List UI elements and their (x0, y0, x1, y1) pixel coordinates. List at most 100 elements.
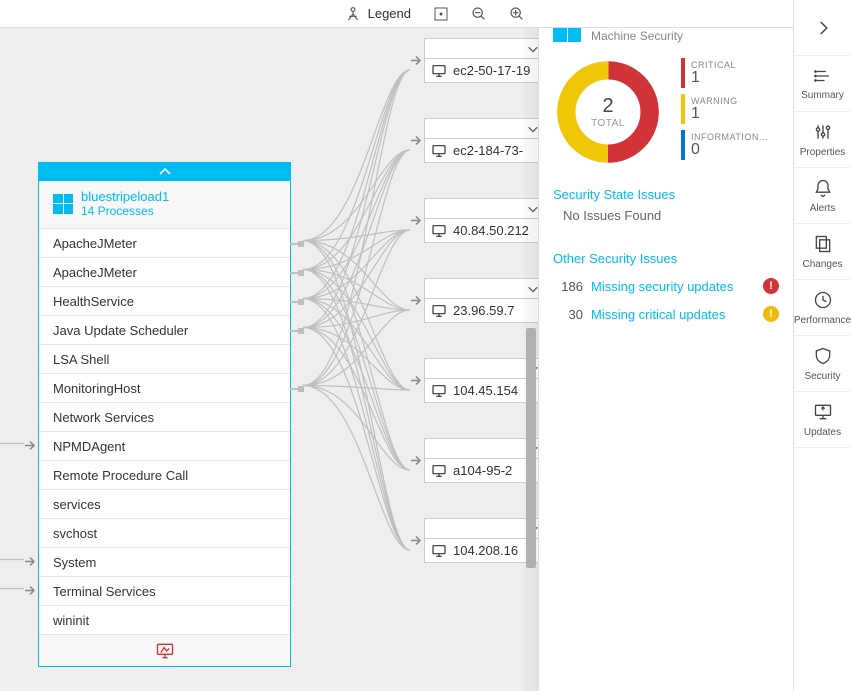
process-item[interactable]: LSA Shell (39, 344, 290, 373)
sidebar-tab-security[interactable]: Security (794, 336, 851, 392)
machine-footer (39, 634, 290, 666)
sidebar-tab-icon (813, 234, 833, 257)
inbound-arrow-icon (411, 213, 423, 228)
sidebar-tab-icon (813, 402, 833, 425)
other-issues-title: Other Security Issues (553, 251, 779, 266)
chevron-right-icon (814, 19, 832, 37)
dependency-map-canvas[interactable]: Legend bluestripeload1 14 Processes Apac… (0, 0, 851, 691)
chevron-up-icon (158, 167, 172, 177)
monitor-icon (431, 384, 447, 398)
remote-node-label: ec2-184-73- (453, 143, 523, 158)
remote-node-label: 104.45.154 (453, 383, 518, 398)
monitor-icon (431, 464, 447, 478)
remote-node-label: 40.84.50.212 (453, 223, 529, 238)
fit-to-screen-button[interactable] (427, 0, 455, 28)
process-item[interactable]: ApacheJMeter (39, 257, 290, 286)
monitor-icon (431, 64, 447, 78)
outbound-connector (290, 272, 302, 274)
legend-label: Legend (368, 6, 411, 21)
inbound-arrow-icon (411, 53, 423, 68)
outbound-connector (290, 301, 302, 303)
monitor-icon (431, 144, 447, 158)
process-list: ApacheJMeterApacheJMeterHealthServiceJav… (39, 228, 290, 634)
security-issue-row[interactable]: 30 Missing critical updates! (553, 300, 779, 328)
fit-icon (433, 6, 449, 22)
severity-critical: CRITICAL1 (681, 58, 779, 88)
monitor-icon (431, 304, 447, 318)
outbound-connector (290, 330, 302, 332)
collapse-button[interactable] (39, 163, 290, 181)
machine-header: bluestripeload1 14 Processes (39, 181, 290, 228)
process-item[interactable]: Terminal Services (39, 576, 290, 605)
sidebar-tab-label: Properties (800, 147, 846, 158)
legend-button[interactable]: Legend (338, 5, 417, 23)
issue-text: Missing critical updates (591, 307, 755, 322)
severity-badge: ! (763, 306, 779, 322)
issue-text: Missing security updates (591, 279, 755, 294)
canvas-scrollbar[interactable] (524, 28, 538, 691)
sidebar-tab-label: Alerts (810, 203, 836, 214)
process-item[interactable]: Remote Procedure Call (39, 460, 290, 489)
expand-panel-button[interactable] (794, 0, 851, 56)
sidebar-tab-icon (813, 122, 833, 145)
zoom-in-button[interactable] (503, 0, 531, 28)
sidebar-tab-updates[interactable]: Updates (794, 392, 851, 448)
sidebar-tab-icon (813, 290, 833, 313)
sidebar-tab-label: Updates (804, 427, 841, 438)
issue-count: 186 (553, 279, 583, 294)
map-toolbar: Legend (0, 0, 851, 28)
issue-count: 30 (553, 307, 583, 322)
sidebar-tab-summary[interactable]: Summary (794, 56, 851, 112)
inbound-arrow-icon (411, 373, 423, 388)
monitor-icon (431, 224, 447, 238)
severity-information: INFORMATION...0 (681, 130, 779, 160)
monitor-icon (431, 544, 447, 558)
process-item[interactable]: wininit (39, 605, 290, 634)
zoom-out-button[interactable] (465, 0, 493, 28)
severity-badge: ! (763, 278, 779, 294)
zoom-in-icon (509, 6, 525, 22)
inbound-arrow-icon (411, 453, 423, 468)
remote-node-label: ec2-50-17-19 (453, 63, 530, 78)
inbound-arrow-icon (25, 432, 37, 461)
process-item[interactable]: NPMDAgent (39, 431, 290, 460)
outbound-connector (290, 243, 302, 245)
sidebar-tab-label: Performance (794, 315, 851, 326)
sidebar-tab-icon (813, 346, 833, 369)
donut-total-label: TOTAL (591, 118, 625, 129)
process-item[interactable]: MonitoringHost (39, 373, 290, 402)
sidebar-tab-icon (813, 67, 833, 88)
machine-name: bluestripeload1 (81, 189, 169, 204)
process-item[interactable]: Network Services (39, 402, 290, 431)
sidebar-tab-label: Summary (801, 90, 844, 101)
sidebar-tab-changes[interactable]: Changes (794, 224, 851, 280)
sidebar-tab-icon (813, 178, 833, 201)
process-item[interactable]: services (39, 489, 290, 518)
severity-warning: WARNING1 (681, 94, 779, 124)
zoom-out-icon (471, 6, 487, 22)
remote-node-label: 104.208.16 (453, 543, 518, 558)
inbound-arrow-icon (25, 548, 37, 577)
process-item[interactable]: HealthService (39, 286, 290, 315)
sidebar-tab-alerts[interactable]: Alerts (794, 168, 851, 224)
machine-node[interactable]: bluestripeload1 14 Processes ApacheJMete… (38, 162, 291, 667)
process-item[interactable]: svchost (39, 518, 290, 547)
inbound-arrow-icon (411, 533, 423, 548)
legend-icon (344, 5, 362, 23)
scrollbar-thumb[interactable] (526, 328, 536, 568)
sidebar-tab-label: Changes (802, 259, 842, 270)
sidebar-tab-performance[interactable]: Performance (794, 280, 851, 336)
process-item[interactable]: ApacheJMeter (39, 228, 290, 257)
remote-node-label: a104-95-2 (453, 463, 512, 478)
security-issue-row[interactable]: 186 Missing security updates! (553, 272, 779, 300)
sidebar-tab-properties[interactable]: Properties (794, 112, 851, 168)
panel-subtitle: Machine Security (591, 29, 693, 43)
remote-node-label: 23.96.59.7 (453, 303, 514, 318)
process-item[interactable]: Java Update Scheduler (39, 315, 290, 344)
inbound-arrow-icon (411, 133, 423, 148)
windows-logo-icon (53, 194, 73, 214)
state-issues-none: No Issues Found (563, 208, 779, 223)
process-item[interactable]: System (39, 547, 290, 576)
inbound-arrow-icon (25, 577, 37, 606)
details-sidebar: Summary Properties Alerts Changes Performanc… (793, 0, 851, 691)
